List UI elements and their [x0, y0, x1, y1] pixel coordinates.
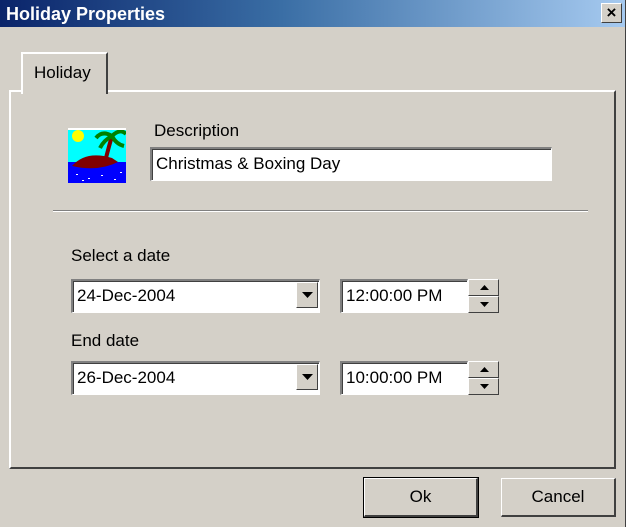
chevron-down-icon: [302, 374, 313, 380]
start-date-value: 24-Dec-2004: [77, 286, 176, 305]
start-time-down-button[interactable]: [468, 296, 499, 313]
close-icon: ×: [606, 3, 617, 22]
start-time-field[interactable]: 12:00:00 PM: [340, 279, 468, 313]
start-date-label: Select a date: [71, 246, 171, 265]
end-time-down-button[interactable]: [468, 378, 499, 395]
arrow-up-icon: [480, 285, 489, 290]
end-date-select[interactable]: 26-Dec-2004: [71, 361, 320, 395]
cancel-button[interactable]: Cancel: [501, 478, 616, 517]
description-field[interactable]: Christmas & Boxing Day: [150, 147, 552, 181]
window-title: Holiday Properties: [6, 4, 166, 24]
start-date-select[interactable]: 24-Dec-2004: [71, 279, 320, 313]
end-time-field[interactable]: 10:00:00 PM: [340, 361, 468, 395]
holiday-island-icon: [68, 128, 126, 183]
title-bar[interactable]: Holiday Properties ×: [0, 0, 625, 27]
end-time-up-button[interactable]: [468, 361, 499, 378]
end-time-spinner: [468, 361, 499, 395]
end-date-dropdown-button[interactable]: [296, 364, 318, 390]
holiday-properties-dialog: Holiday Properties × Holiday Description…: [0, 0, 626, 527]
tab-holiday[interactable]: Holiday: [21, 52, 108, 94]
tab-holiday-label: Holiday: [34, 63, 91, 82]
end-date-label: End date: [71, 331, 140, 350]
separator: [53, 210, 588, 212]
start-date-dropdown-button[interactable]: [296, 282, 318, 308]
start-time-up-button[interactable]: [468, 279, 499, 296]
arrow-down-icon: [480, 302, 489, 307]
arrow-up-icon: [480, 367, 489, 372]
end-date-value: 26-Dec-2004: [77, 368, 176, 387]
arrow-down-icon: [480, 384, 489, 389]
close-button[interactable]: ×: [601, 3, 622, 23]
description-label: Description: [154, 121, 240, 140]
ok-button[interactable]: Ok: [363, 477, 479, 518]
start-time-spinner: [468, 279, 499, 313]
chevron-down-icon: [302, 292, 313, 298]
